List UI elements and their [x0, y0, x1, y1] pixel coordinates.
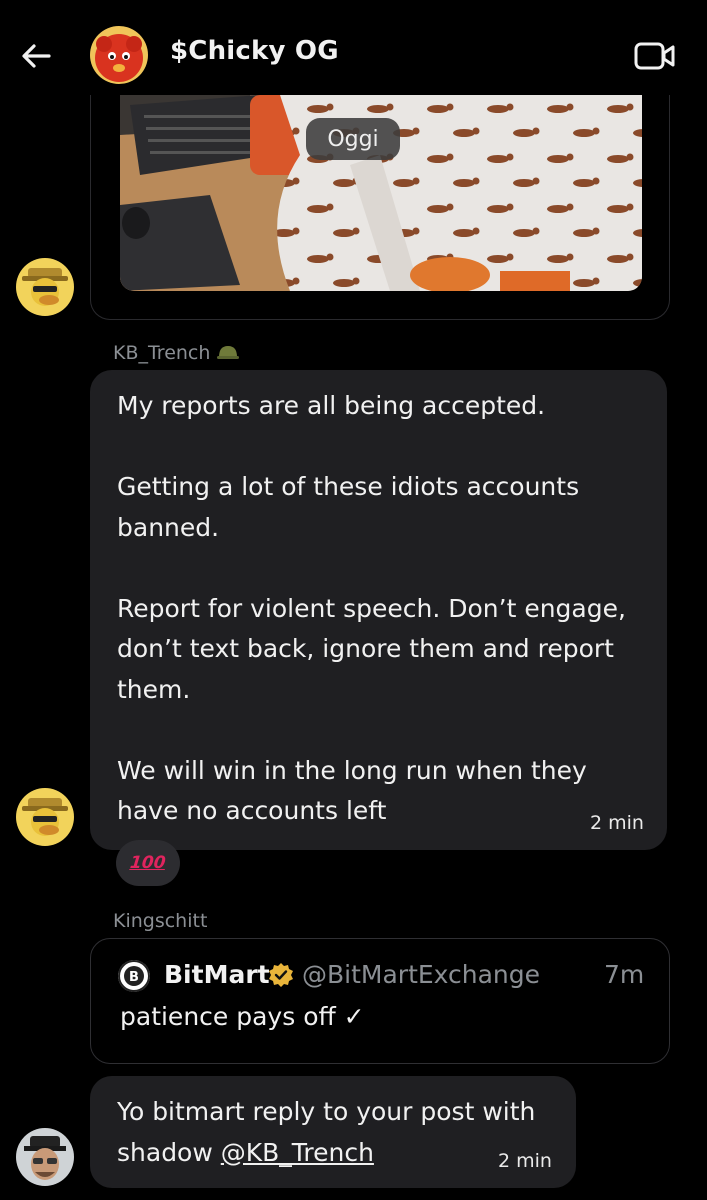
sender-avatar[interactable]	[16, 788, 74, 846]
bitmart-logo-icon: B	[118, 960, 150, 992]
chat-title[interactable]: $Chicky OG	[170, 36, 339, 66]
quoted-post-card[interactable]	[90, 938, 670, 1064]
sender-name[interactable]: Kingschitt	[113, 910, 207, 932]
message-time: 2 min	[498, 1150, 552, 1172]
message-text: Yo bitmart reply to your post with shado…	[117, 1092, 557, 1173]
video-call-button[interactable]	[630, 38, 680, 74]
quoted-post-text: patience pays off ✓	[120, 1002, 365, 1031]
back-arrow-icon	[22, 44, 51, 68]
sender-avatar[interactable]	[16, 258, 74, 316]
message-text: My reports are all being accepted. Getti…	[117, 391, 626, 825]
quoted-post-time: 7m	[604, 960, 645, 989]
svg-text:B: B	[129, 970, 139, 985]
verified-badge-icon	[268, 962, 294, 988]
quoted-author-handle[interactable]: @BitMartExchange	[302, 960, 540, 989]
reaction-100[interactable]: 100	[116, 840, 180, 886]
helmet-icon	[217, 346, 240, 359]
sender-avatar[interactable]	[16, 1128, 74, 1186]
watermark-label: Oggi	[306, 118, 400, 160]
chat-avatar[interactable]	[90, 26, 148, 84]
hundred-points-icon: 100	[129, 853, 167, 873]
sender-row: KB_Trench	[113, 342, 240, 364]
message-time: 2 min	[590, 812, 644, 834]
sender-name[interactable]: KB_Trench	[113, 342, 210, 364]
mention-link[interactable]: @KB_Trench	[221, 1138, 374, 1167]
video-camera-icon	[634, 42, 675, 70]
quoted-author-name[interactable]: BitMart	[164, 960, 270, 989]
back-button[interactable]	[14, 36, 58, 76]
